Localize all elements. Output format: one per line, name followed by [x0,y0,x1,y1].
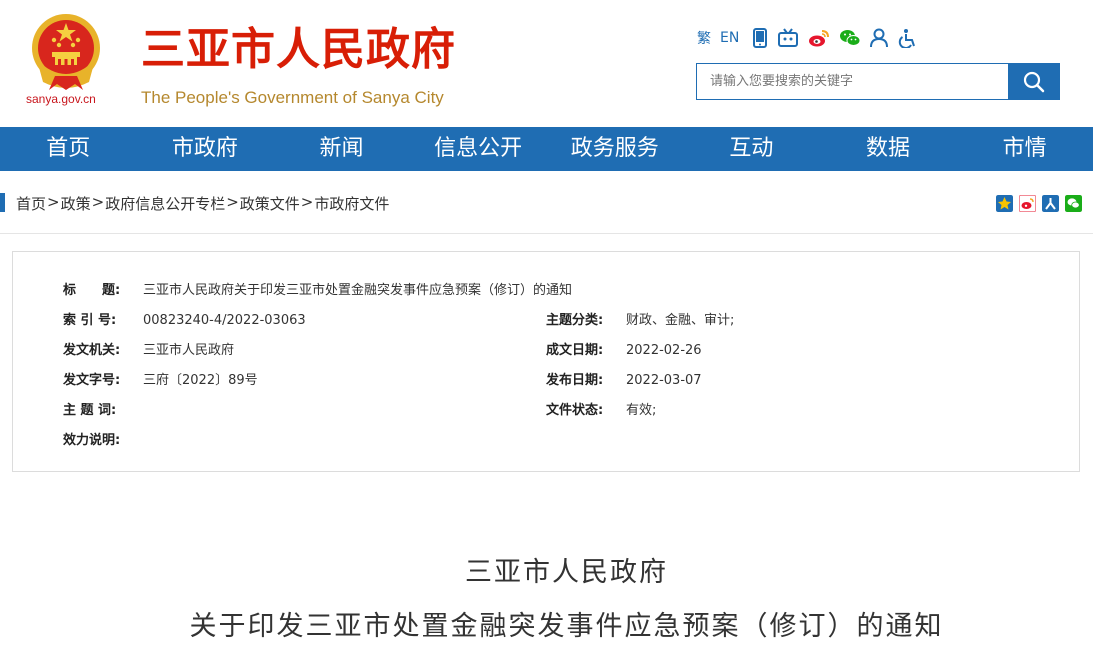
nav-item-city-government[interactable]: 市政府 [137,127,274,171]
breadcrumb-info-disclosure[interactable]: 政府信息公开专栏 [105,193,225,214]
info-row-keywords: 主 题 词: [63,399,143,418]
info-row-topic: 主题分类: 财政、金融、审计; [546,309,734,328]
info-row-title: 标 题: 三亚市人民政府关于印发三亚市处置金融突发事件应急预案（修订）的通知 [63,279,572,298]
info-row-created: 成文日期: 2022-02-26 [546,339,702,358]
info-value-created-date: 2022-02-26 [626,343,702,358]
nav-item-information-disclosure[interactable]: 信息公开 [410,127,547,171]
nav-item-data[interactable]: 数据 [820,127,957,171]
document-title-issuer: 三亚市人民政府 [465,557,668,588]
info-label-index: 索 引 号: [63,313,117,328]
accessibility-icon[interactable] [897,27,917,49]
wechat-icon[interactable] [839,27,861,49]
info-label-issuer: 发文机关: [63,343,121,358]
qzone-share-icon[interactable] [996,195,1013,212]
breadcrumb-separator: > [300,193,314,211]
main-nav: 首页 市政府 新闻 信息公开 政务服务 互动 数据 市情 [0,127,1093,171]
site-header: sanya.gov.cn 三亚市人民政府 The People's Govern… [0,0,1093,127]
breadcrumb-separator: > [91,193,105,211]
info-label-keywords: 主 题 词: [63,403,117,418]
site-subtitle: The People's Government of Sanya City [141,88,444,107]
info-row-docno: 发文字号: 三府〔2022〕89号 [63,369,258,388]
english-link[interactable]: EN [720,27,739,49]
info-label-published-date: 发布日期: [546,373,604,388]
share-bar [990,195,1082,212]
breadcrumb-policy[interactable]: 政策 [61,193,91,214]
nav-item-home[interactable]: 首页 [0,127,137,171]
search-box [696,63,1060,100]
info-value-issuer: 三亚市人民政府 [143,343,235,358]
info-row-status: 文件状态: 有效; [546,399,656,418]
search-icon [1023,71,1044,92]
nav-item-news[interactable]: 新闻 [273,127,410,171]
info-label-topic: 主题分类: [546,313,604,328]
tv-icon[interactable] [777,27,799,49]
breadcrumb-policy-docs[interactable]: 政策文件 [240,193,300,214]
mobile-icon[interactable] [752,27,768,49]
info-label-document-number: 发文字号: [63,373,121,388]
info-value-published-date: 2022-03-07 [626,373,702,388]
header-tools: 繁 EN [697,26,926,50]
breadcrumb-bar: 首页 > 政策 > 政府信息公开专栏 > 政策文件 > 市政府文件 [0,171,1093,234]
traditional-chinese-link[interactable]: 繁 [697,27,711,49]
info-row-issuer: 发文机关: 三亚市人民政府 [63,339,234,358]
info-row-published: 发布日期: 2022-03-07 [546,369,702,388]
info-label-created-date: 成文日期: [546,343,604,358]
breadcrumb-city-gov-docs[interactable]: 市政府文件 [314,193,389,214]
breadcrumb-separator: > [47,193,60,211]
renren-share-icon[interactable] [1042,195,1059,212]
weibo-icon[interactable] [808,27,830,49]
info-value-title: 三亚市人民政府关于印发三亚市处置金融突发事件应急预案（修订）的通知 [143,283,573,298]
nav-item-city-overview[interactable]: 市情 [956,127,1093,171]
nav-item-interaction[interactable]: 互动 [683,127,820,171]
info-label-validity: 效力说明: [63,433,121,448]
user-icon[interactable] [870,27,889,49]
info-row-index: 索 引 号: 00823240-4/2022-03063 [63,309,306,328]
info-label-status: 文件状态: [546,403,604,418]
breadcrumb-home[interactable]: 首页 [16,193,46,214]
national-emblem-icon[interactable] [27,10,105,92]
search-button[interactable] [1008,64,1059,99]
document-info-panel: 标 题: 三亚市人民政府关于印发三亚市处置金融突发事件应急预案（修订）的通知 索 … [12,251,1080,472]
site-title[interactable]: 三亚市人民政府 [141,24,456,76]
info-label-title: 标 题: [63,283,121,298]
info-value-status: 有效; [626,403,657,418]
info-value-index: 00823240-4/2022-03063 [143,313,306,328]
breadcrumb-separator: > [226,193,239,211]
document-title: 关于印发三亚市处置金融突发事件应急预案（修订）的通知 [189,611,944,642]
search-input[interactable] [697,64,1008,99]
site-domain: sanya.gov.cn [26,92,96,106]
info-value-document-number: 三府〔2022〕89号 [143,373,258,388]
info-row-validity: 效力说明: [63,429,143,448]
breadcrumb: 首页 > 政策 > 政府信息公开专栏 > 政策文件 > 市政府文件 [16,193,389,214]
nav-item-government-services[interactable]: 政务服务 [547,127,684,171]
breadcrumb-marker [0,193,5,212]
wechat-share-icon[interactable] [1065,195,1082,212]
info-value-topic: 财政、金融、审计; [626,313,735,328]
weibo-share-icon[interactable] [1019,195,1036,212]
